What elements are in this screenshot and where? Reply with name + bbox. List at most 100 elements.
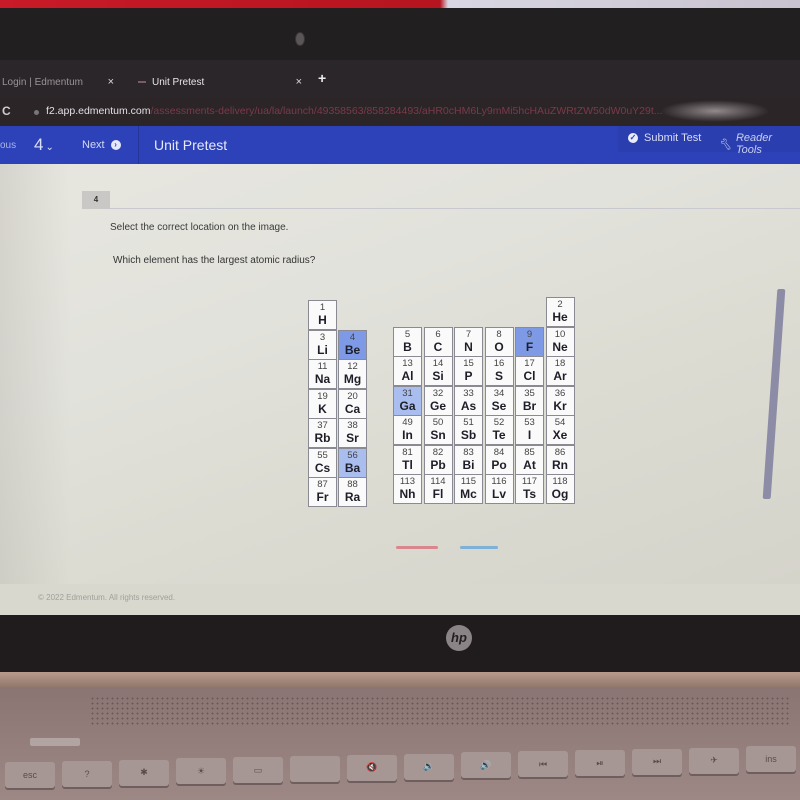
atomic-number: 33 — [463, 387, 474, 399]
element-cell-sr[interactable]: 38 Sr — [338, 418, 367, 448]
atomic-number: 31 — [402, 387, 413, 399]
element-symbol: Mg — [343, 372, 362, 386]
question-number: 4 — [34, 135, 44, 154]
scrollbar[interactable] — [762, 289, 786, 499]
element-cell-ra[interactable]: 88 Ra — [338, 477, 367, 507]
element-cell-ba[interactable]: 56 Ba — [338, 447, 367, 478]
atomic-number: 56 — [347, 449, 358, 461]
element-symbol: O — [494, 339, 504, 354]
element-symbol: H — [318, 313, 327, 327]
element-cell-mc[interactable]: 115 Mc — [454, 474, 483, 504]
reader-tools-button[interactable]: 🔧︎ Reader Tools — [718, 132, 800, 156]
element-cell-i[interactable]: 53 I — [515, 415, 544, 445]
element-cell-he[interactable]: 2 He — [545, 297, 575, 327]
element-cell-pb[interactable]: 82 Pb — [423, 444, 453, 475]
element-symbol: Cl — [523, 369, 536, 383]
element-cell-ts[interactable]: 117 Ts — [515, 474, 544, 504]
element-cell-in[interactable]: 49 In — [393, 415, 422, 445]
hp-logo: hp — [446, 625, 472, 651]
question-instruction: Select the correct location on the image… — [110, 222, 289, 233]
url-field[interactable]: f2.app.edmentum.com/assessments-delivery… — [46, 105, 663, 117]
element-cell-na[interactable]: 11 Na — [308, 359, 337, 389]
atomic-number: 86 — [554, 446, 566, 458]
element-cell-n[interactable]: 7N — [454, 326, 483, 357]
element-cell-cl[interactable]: 17 Cl — [515, 356, 544, 386]
element-cell-ca[interactable]: 20 Ca — [338, 388, 367, 419]
element-cell-as[interactable]: 33 As — [454, 385, 483, 416]
element-cell-al[interactable]: 13 Al — [393, 356, 422, 386]
atomic-number: 34 — [493, 387, 505, 399]
keyboard-key: ▭ — [233, 757, 283, 784]
element-cell-ge[interactable]: 32 Ge — [423, 385, 453, 416]
element-cell-be[interactable]: 4 Be — [338, 329, 367, 360]
element-cell-ne[interactable]: 10 Ne — [545, 326, 575, 357]
element-cell-s[interactable]: 16 S — [484, 356, 514, 386]
element-cell-tl[interactable]: 81 Tl — [393, 444, 422, 475]
url-path: /assessments-delivery/ua/la/launch/49358… — [150, 105, 663, 117]
tab-login[interactable]: Login | Edmentum × — [2, 72, 120, 92]
element-cell-c[interactable]: 6C — [423, 326, 453, 357]
element-cell-li[interactable]: 3 Li — [308, 329, 337, 360]
element-cell-fl[interactable]: 114 Fl — [423, 474, 453, 504]
element-cell-ga[interactable]: 31 Ga — [393, 385, 422, 416]
element-cell-po[interactable]: 84 Po — [484, 444, 514, 475]
element-symbol: Ga — [399, 398, 416, 413]
submit-test-button[interactable]: ✓ Submit Test — [628, 132, 701, 144]
element-cell-nh[interactable]: 113 Nh — [393, 474, 422, 504]
element-symbol: Sr — [346, 431, 359, 445]
address-bar: C f2.app.edmentum.com/assessments-delive… — [0, 98, 800, 126]
element-cell-cs[interactable]: 55 Cs — [308, 447, 337, 478]
element-cell-mg[interactable]: 12 Mg — [338, 359, 367, 389]
next-button[interactable]: Next › — [82, 139, 121, 151]
atomic-number: 4 — [349, 331, 356, 343]
element-cell-sb[interactable]: 51 Sb — [454, 415, 483, 445]
question-selector[interactable]: 4 ⌄ — [34, 135, 54, 155]
atomic-number: 7 — [465, 328, 472, 340]
wrench-icon: 🔧︎ — [718, 138, 732, 151]
reload-icon[interactable]: C — [2, 104, 11, 118]
element-cell-si[interactable]: 14 Si — [423, 356, 453, 386]
element-cell-se[interactable]: 34 Se — [484, 385, 514, 416]
element-cell-te[interactable]: 52 Te — [484, 415, 514, 445]
previous-button[interactable]: ous — [0, 140, 16, 151]
element-cell-rb[interactable]: 37 Rb — [308, 418, 337, 448]
element-cell-fr[interactable]: 87 Fr — [308, 477, 337, 507]
element-cell-xe[interactable]: 54 Xe — [545, 415, 575, 445]
webcam — [295, 32, 305, 46]
element-cell-h[interactable]: 1H — [308, 300, 337, 330]
element-symbol: At — [523, 457, 536, 472]
next-label: Next — [82, 139, 105, 151]
element-cell-br[interactable]: 35 Br — [515, 385, 544, 416]
element-cell-k[interactable]: 19 K — [308, 388, 337, 419]
element-symbol: C — [433, 339, 443, 354]
tab-unit-pretest[interactable]: Unit Pretest × — [138, 72, 308, 92]
scroll-hint-blue — [460, 546, 498, 549]
element-cell-f[interactable]: 9F — [515, 326, 544, 357]
laptop-bezel-top — [0, 8, 800, 62]
element-cell-sn[interactable]: 50 Sn — [423, 415, 453, 445]
question-divider — [110, 208, 800, 209]
element-cell-p[interactable]: 15 P — [454, 356, 483, 386]
element-symbol: Na — [314, 372, 331, 386]
element-symbol: Ba — [344, 460, 361, 475]
element-cell-at[interactable]: 85 At — [515, 444, 544, 475]
new-tab-button[interactable]: + — [318, 70, 326, 86]
atomic-number: 8 — [496, 328, 502, 340]
close-icon[interactable]: × — [296, 76, 302, 88]
site-info-icon[interactable] — [34, 110, 39, 115]
element-symbol: Be — [344, 342, 361, 357]
atomic-number: 6 — [435, 328, 441, 340]
element-cell-lv[interactable]: 116 Lv — [484, 474, 514, 504]
element-cell-b[interactable]: 5B — [393, 326, 422, 357]
element-cell-o[interactable]: 8O — [484, 326, 514, 357]
element-symbol: Sn — [430, 428, 446, 442]
close-icon[interactable]: × — [108, 76, 114, 88]
element-cell-rn[interactable]: 86 Rn — [545, 444, 575, 475]
element-symbol: Si — [432, 369, 444, 383]
element-cell-bi[interactable]: 83 Bi — [454, 444, 483, 475]
element-cell-ar[interactable]: 18 Ar — [545, 356, 575, 386]
element-cell-kr[interactable]: 36 Kr — [545, 385, 575, 416]
element-cell-og[interactable]: 118 Og — [545, 474, 575, 504]
header-divider — [138, 126, 139, 164]
keyboard-key: ⏯ — [575, 750, 625, 776]
